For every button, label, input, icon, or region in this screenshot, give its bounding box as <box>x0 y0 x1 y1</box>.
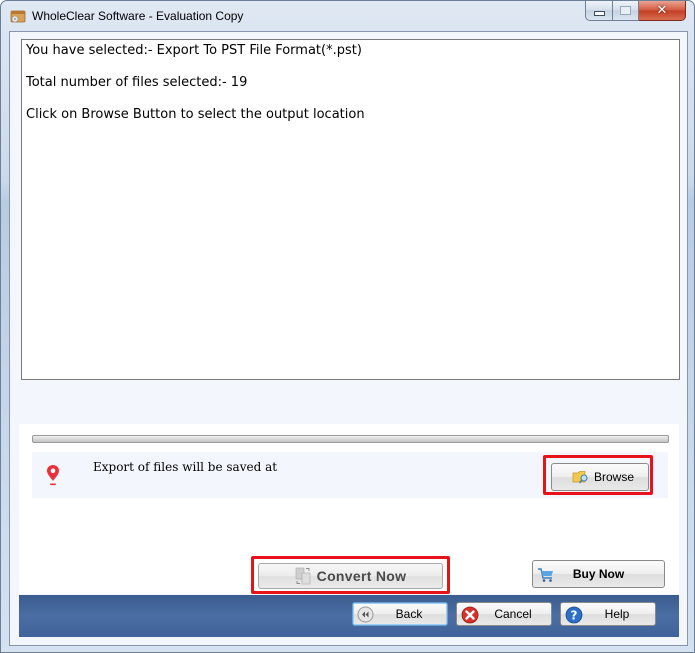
folder-search-icon <box>572 471 588 484</box>
title-bar[interactable]: WholeClear Software - Evaluation Copy ✕ <box>1 1 694 31</box>
save-location-label: Export of files will be saved at <box>93 460 278 474</box>
window-title: WholeClear Software - Evaluation Copy <box>32 9 244 23</box>
convert-now-button[interactable]: Convert Now <box>258 563 443 589</box>
export-panel: Export of files will be saved at Browse <box>19 424 679 594</box>
app-window: WholeClear Software - Evaluation Copy ✕ … <box>0 0 695 653</box>
browse-button[interactable]: Browse <box>551 463 649 491</box>
progress-bar <box>32 435 669 443</box>
minimize-icon <box>593 11 605 16</box>
info-textbox[interactable]: You have selected:- Export To PST File F… <box>21 39 680 380</box>
convert-highlight: Convert Now <box>251 556 450 594</box>
instruction-text: Click on Browse Button to select the out… <box>26 107 365 122</box>
back-label: Back <box>395 607 423 621</box>
location-pin-icon <box>47 465 59 486</box>
browse-label: Browse <box>593 470 634 484</box>
help-label: Help <box>604 607 630 621</box>
close-icon: ✕ <box>656 3 668 18</box>
shopping-cart-icon <box>538 568 553 582</box>
cancel-button[interactable]: Cancel <box>456 602 552 626</box>
minimize-button[interactable] <box>585 1 613 21</box>
buy-now-button[interactable]: Buy Now <box>532 560 665 588</box>
close-button[interactable]: ✕ <box>639 1 686 21</box>
back-button[interactable]: Back <box>352 602 448 626</box>
help-button[interactable]: ? Help <box>560 602 656 626</box>
convert-now-label: Convert Now <box>316 568 407 584</box>
maximize-icon <box>620 6 631 15</box>
window-controls: ✕ <box>585 1 686 21</box>
file-count-text: Total number of files selected:- 19 <box>26 75 248 90</box>
browse-highlight: Browse <box>543 455 653 495</box>
software-box-icon <box>10 10 26 23</box>
convert-files-icon <box>295 567 310 585</box>
cancel-label: Cancel <box>494 607 532 621</box>
client-area: You have selected:- Export To PST File F… <box>9 31 688 646</box>
navigation-bar: Back Cancel ? Help <box>19 595 679 637</box>
save-location-row: Export of files will be saved at Browse <box>32 452 668 498</box>
maximize-button[interactable] <box>613 1 639 21</box>
selected-format-text: You have selected:- Export To PST File F… <box>26 43 362 58</box>
buy-now-label: Buy Now <box>572 567 625 581</box>
